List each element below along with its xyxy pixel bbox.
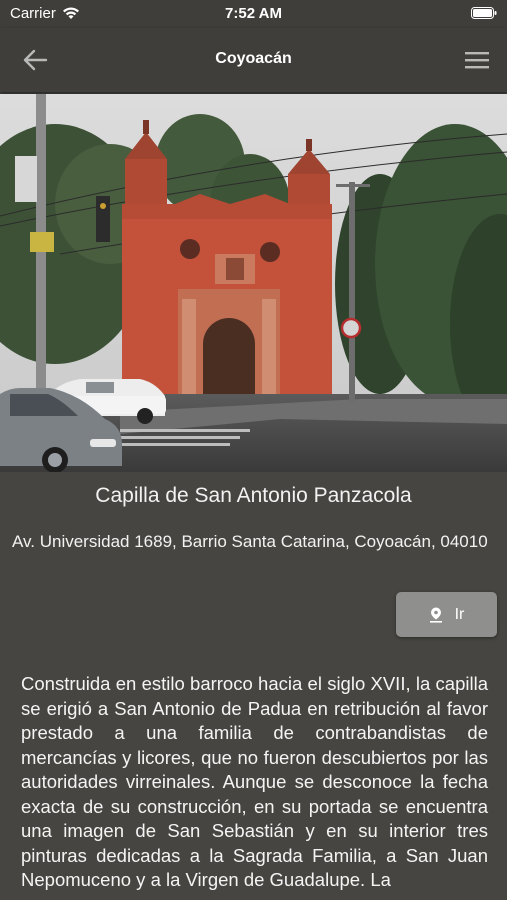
hamburger-menu-icon[interactable] bbox=[465, 50, 489, 70]
place-photo bbox=[0, 94, 507, 472]
clock: 7:52 AM bbox=[225, 5, 282, 22]
place-description: Construida en estilo barroco hacia el si… bbox=[21, 673, 488, 890]
place-name: Capilla de San Antonio Panzacola bbox=[95, 484, 412, 507]
go-button[interactable]: Ir bbox=[396, 592, 497, 637]
go-button-label: Ir bbox=[454, 605, 465, 623]
status-bar: Carrier 7:52 AM bbox=[0, 0, 507, 28]
map-pin-icon bbox=[429, 607, 442, 623]
navigation-bar: Coyoacán bbox=[0, 28, 507, 92]
place-address: Av. Universidad 1689, Barrio Santa Catar… bbox=[12, 532, 488, 551]
battery-icon bbox=[471, 7, 497, 19]
church-photo bbox=[0, 94, 507, 472]
page-title: Coyoacán bbox=[215, 50, 292, 67]
